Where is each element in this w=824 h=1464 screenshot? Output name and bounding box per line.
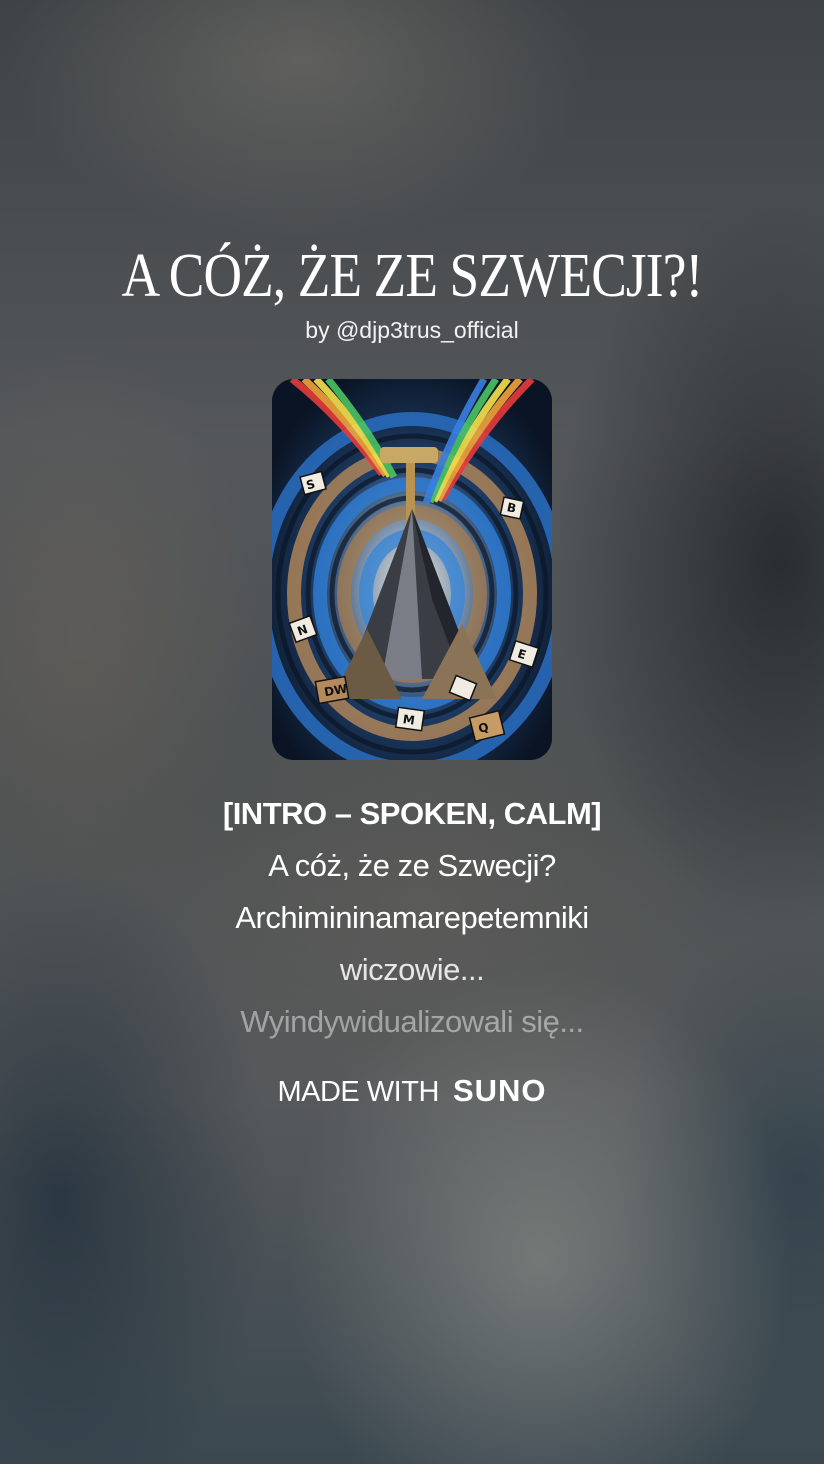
song-title: A CÓŻ, ŻE ZE SZWECJI?! (121, 242, 704, 310)
lyric-line: Archimininamarepetemniki (235, 900, 589, 935)
artist-byline: by @djp3trus_official (305, 317, 519, 343)
suno-logo: SUNO (452, 1073, 547, 1108)
lyric-line: A cóż, że ze Szwecji? (268, 848, 556, 883)
album-cover-image: S B N E DW M Q (272, 379, 552, 760)
made-with-label: MADE WITH (277, 1076, 439, 1108)
lyrics-panel: [INTRO – SPOKEN, CALM] A cóż, że ze Szwe… (0, 788, 824, 1048)
lyrics-section-header: [INTRO – SPOKEN, CALM] (222, 796, 602, 831)
lyric-line: Wyindywidualizowali się... (240, 1004, 584, 1039)
lyric-line: wiczowie... (339, 952, 485, 987)
made-with-suno-badge: MADE WITH SUNO (0, 1070, 824, 1113)
share-card: A CÓŻ, ŻE ZE SZWECJI?! by @djp3trus_offi… (0, 0, 824, 1464)
svg-text:M: M (402, 712, 416, 728)
